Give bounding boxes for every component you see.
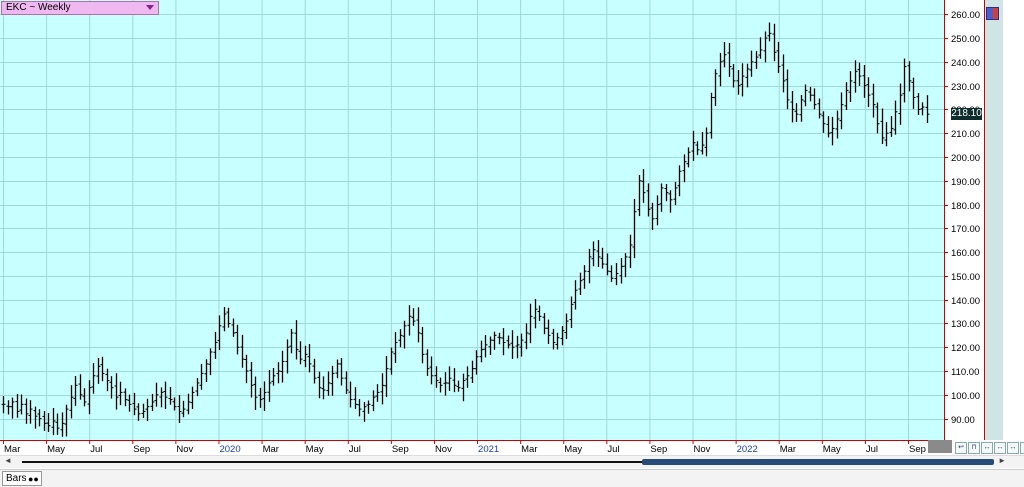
chart-style-icon[interactable]: [986, 7, 999, 20]
x-tick-label: Mar: [521, 444, 537, 455]
x-tick-label: Mar: [263, 444, 279, 455]
x-tick-label: Nov: [176, 444, 193, 455]
nav-undo-icon[interactable]: ↩: [955, 442, 967, 454]
nav-shift-icon[interactable]: ↔: [981, 442, 993, 454]
y-tick-label: 190.00: [951, 177, 980, 188]
x-tick-label: Sep: [392, 444, 409, 455]
toggle-icon[interactable]: ●●: [28, 475, 39, 484]
x-tick-label: Mar: [4, 444, 20, 455]
y-tick-label: 160.00: [951, 248, 980, 259]
nav-home-icon[interactable]: ⊓: [968, 442, 980, 454]
x-tick-label: 2022: [737, 444, 758, 455]
price-chart[interactable]: 90.00 100.00 110.00 120.00 130.00 140.00 150.0…: [0, 0, 1024, 487]
x-tick-label: 2021: [478, 444, 499, 455]
x-tick-label: Nov: [435, 444, 452, 455]
y-tick-label: 230.00: [951, 82, 980, 93]
scroll-right-icon[interactable]: ►: [998, 456, 1006, 465]
bars-tab[interactable]: Bars ●●: [2, 471, 42, 486]
x-tick-label: May: [47, 444, 65, 455]
x-tick-label: Jul: [866, 444, 878, 455]
x-tick-label: Jul: [349, 444, 361, 455]
y-tick-label: 120.00: [951, 343, 980, 354]
y-tick-label: 260.00: [951, 10, 980, 21]
y-tick-label: 200.00: [951, 153, 980, 164]
y-tick-label: 240.00: [951, 58, 980, 69]
nav-fit-icon[interactable]: ↔: [1020, 442, 1024, 454]
dropdown-arrow-icon[interactable]: [146, 5, 154, 10]
scroll-left-icon[interactable]: ◄: [4, 456, 12, 465]
chart-nav-buttons: ↩ ⊓ ↔ ↔ ↔ ↔: [955, 442, 1024, 454]
y-tick-label: 130.00: [951, 319, 980, 330]
x-tick-label: Jul: [607, 444, 619, 455]
nav-compress-icon[interactable]: ↔: [1007, 442, 1019, 454]
last-price-tag: 218.10: [951, 108, 982, 120]
y-tick-label: 150.00: [951, 272, 980, 283]
nav-expand-icon[interactable]: ↔: [994, 442, 1006, 454]
x-tick-label: 2020: [219, 444, 240, 455]
right-panel: [985, 0, 1003, 440]
y-tick-label: 90.00: [951, 415, 975, 426]
x-tick-label: Sep: [909, 444, 926, 455]
bars-tab-label: Bars: [6, 473, 27, 484]
bottom-tab-bar: Bars ●●: [0, 469, 1024, 487]
scroll-thumb[interactable]: [642, 459, 994, 465]
x-tick-label: Nov: [694, 444, 711, 455]
x-tick-label: Jul: [90, 444, 102, 455]
y-tick-label: 100.00: [951, 391, 980, 402]
symbol-selector[interactable]: EKC ~ Weekly: [1, 1, 159, 15]
time-scrollbar[interactable]: ◄ ►: [0, 455, 1024, 468]
x-tick-label: Sep: [133, 444, 150, 455]
y-tick-label: 250.00: [951, 34, 980, 45]
axis-corner-block: [928, 440, 952, 453]
symbol-title: EKC ~ Weekly: [6, 2, 71, 13]
chart-window: 90.00 100.00 110.00 120.00 130.00 140.00 150.0…: [0, 0, 1024, 487]
y-tick-label: 210.00: [951, 129, 980, 140]
x-tick-label: Sep: [650, 444, 667, 455]
x-tick-label: May: [306, 444, 324, 455]
y-tick-label: 170.00: [951, 224, 980, 235]
y-axis-ticks: 90.00 100.00 110.00 120.00 130.00 140.00 150.0…: [944, 10, 980, 426]
x-tick-label: May: [564, 444, 582, 455]
x-axis-ticks: Mar May Jul Sep Nov 2020 Mar May Jul Sep Nov 2021 Ma…: [3, 440, 926, 455]
x-tick-label: May: [823, 444, 841, 455]
y-tick-label: 140.00: [951, 296, 980, 307]
y-tick-label: 180.00: [951, 201, 980, 212]
y-tick-label: 110.00: [951, 367, 979, 378]
x-tick-label: Mar: [780, 444, 796, 455]
